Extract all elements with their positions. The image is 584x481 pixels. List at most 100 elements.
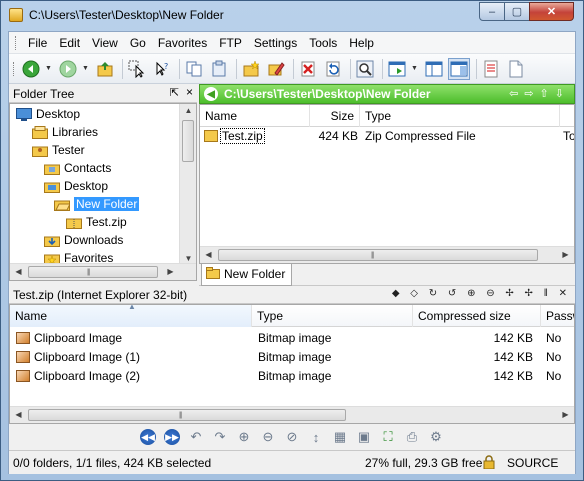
properties-button[interactable] (480, 58, 502, 80)
file-list[interactable]: Name Size Type Test.zip 424 KB Zip Compr… (199, 104, 575, 264)
path-go-icon[interactable]: ◀ (204, 87, 218, 101)
path-nav-arrows-icon[interactable]: ⇦⇨⇧⇩ (509, 87, 570, 100)
previous-icon[interactable]: ◀◀ (140, 429, 156, 445)
undo-button[interactable] (322, 58, 344, 80)
next-icon[interactable]: ▶▶ (164, 429, 180, 445)
tree-vertical-scrollbar[interactable]: ▲ ▼ (179, 104, 196, 265)
archive-hscroll-thumb[interactable]: ||| (28, 409, 346, 421)
forward-button[interactable] (57, 58, 79, 80)
archive-row[interactable]: Clipboard Image (1) Bitmap image 142 KB … (10, 348, 574, 367)
rotate-right-icon[interactable]: ↷ (210, 427, 230, 447)
delete-button[interactable] (297, 58, 319, 80)
tree-item-test-zip[interactable]: Test.zip (66, 213, 127, 231)
dual-pane-button[interactable] (448, 57, 470, 80)
tree-horizontal-scrollbar[interactable]: ◀ ||| ▶ (10, 263, 196, 280)
tree-toggle-button[interactable] (423, 58, 445, 80)
view-mode-button[interactable] (386, 58, 408, 80)
menu-favorites[interactable]: Favorites (152, 36, 213, 50)
tree-item-contacts[interactable]: Contacts (44, 159, 111, 177)
close-pane-icon[interactable]: × (186, 85, 193, 99)
back-dropdown-icon[interactable]: ▼ (45, 65, 53, 72)
select-wildcard-button[interactable]: ? (151, 58, 173, 80)
view-mode-dropdown-icon[interactable]: ▼ (411, 65, 419, 72)
zoom-out-icon[interactable]: ⊖ (258, 427, 278, 447)
close-button[interactable]: ✕ (529, 2, 574, 21)
notes-button[interactable] (505, 58, 527, 80)
rotate-left-icon[interactable]: ↶ (186, 427, 206, 447)
scroll-right-icon[interactable]: ▶ (557, 410, 574, 419)
archive-row[interactable]: Clipboard Image Bitmap image 142 KB No (10, 329, 574, 348)
menu-help[interactable]: Help (343, 36, 380, 50)
select-button[interactable] (126, 58, 148, 80)
forward-dropdown-icon[interactable]: ▼ (82, 65, 90, 72)
menu-view[interactable]: View (86, 36, 124, 50)
tree-item-downloads[interactable]: Downloads (44, 231, 123, 249)
slideshow-icon[interactable]: ▣ (354, 427, 374, 447)
toolbar-grip-icon[interactable] (13, 61, 16, 76)
zoom-in-icon[interactable]: ⊕ (234, 427, 254, 447)
file-row[interactable]: Test.zip 424 KB Zip Compressed File Too (200, 128, 574, 146)
lock-icon[interactable] (483, 455, 495, 469)
tab-new-folder[interactable]: New Folder (201, 264, 293, 286)
fullscreen-icon[interactable]: ⛶ (378, 427, 398, 447)
column-type[interactable]: Type (360, 105, 560, 127)
folder-tree-header: Folder Tree ⇱ × (9, 84, 197, 103)
scroll-right-icon[interactable]: ▶ (557, 250, 574, 259)
scroll-left-icon[interactable]: ◀ (10, 267, 27, 276)
up-folder-button[interactable] (94, 58, 116, 80)
tree-item-desktop-folder[interactable]: Desktop (44, 177, 108, 195)
maximize-button[interactable]: ▢ (504, 2, 530, 21)
tree-item-tester[interactable]: Tester (32, 141, 85, 159)
copy-button[interactable] (183, 58, 205, 80)
file-list-hscroll-thumb[interactable]: ||| (218, 249, 538, 261)
column-compressed-size[interactable]: Compressed size (413, 305, 541, 327)
file-list-horizontal-scrollbar[interactable]: ◀ ||| ▶ (200, 246, 574, 263)
back-button[interactable] (20, 58, 42, 80)
menu-tools[interactable]: Tools (303, 36, 343, 50)
menu-settings[interactable]: Settings (248, 36, 303, 50)
tree-item-new-folder[interactable]: New Folder (54, 195, 140, 213)
tree-scroll-thumb[interactable] (182, 120, 194, 162)
menu-go[interactable]: Go (124, 36, 152, 50)
rename-button[interactable] (265, 58, 287, 80)
path-bar[interactable]: ◀ C:\Users\Tester\Desktop\New Folder ⇦⇨⇧… (199, 84, 575, 104)
menu-grip-icon[interactable] (15, 35, 18, 50)
menu-edit[interactable]: Edit (53, 36, 86, 50)
find-icon (356, 60, 374, 77)
archive-row[interactable]: Clipboard Image (2) Bitmap image 142 KB … (10, 367, 574, 386)
scroll-left-icon[interactable]: ◀ (200, 250, 217, 259)
column-type[interactable]: Type (252, 305, 413, 327)
title-bar[interactable]: C:\Users\Tester\Desktop\New Folder – ▢ ✕ (1, 1, 583, 31)
forward-arrow-icon (59, 60, 77, 77)
toolbar-separator (476, 58, 477, 79)
tree-item-libraries[interactable]: Libraries (32, 123, 98, 141)
float-pane-icon[interactable]: ⇱ (170, 86, 179, 99)
scroll-right-icon[interactable]: ▶ (162, 267, 179, 276)
scroll-up-icon[interactable]: ▲ (180, 106, 196, 115)
print-icon[interactable]: ⎙ (402, 427, 422, 447)
column-name[interactable]: ▲ Name (10, 305, 252, 327)
scroll-down-icon[interactable]: ▼ (180, 254, 196, 263)
copy-icon (186, 61, 202, 76)
tree-item-desktop[interactable]: Desktop (16, 105, 80, 123)
archive-contents-list[interactable]: ▲ Name Type Compressed size Passw Clipbo… (9, 304, 575, 424)
zoom-fit-icon[interactable]: ⊘ (282, 427, 302, 447)
column-size[interactable]: Size (310, 105, 360, 127)
minimize-button[interactable]: – (479, 2, 505, 21)
find-button[interactable] (354, 58, 376, 80)
actual-size-icon[interactable]: ▦ (330, 427, 350, 447)
paste-button[interactable] (208, 58, 230, 80)
open-folder-icon (54, 200, 70, 211)
tree-hscroll-thumb[interactable]: ||| (28, 266, 158, 278)
menu-file[interactable]: File (22, 36, 53, 50)
column-name[interactable]: Name (200, 105, 310, 127)
viewer-tools-icon[interactable]: ◆ ◇ ↻ ↺ ⊕ ⊖ ✢ ✢ ‖ ✕ (392, 288, 571, 299)
settings-gear-icon[interactable]: ⚙ (426, 427, 446, 447)
folder-tree[interactable]: Desktop Libraries Tester Contacts Deskto… (9, 103, 197, 281)
column-password[interactable]: Passw (541, 305, 574, 327)
menu-ftp[interactable]: FTP (213, 36, 248, 50)
archive-horizontal-scrollbar[interactable]: ◀ ||| ▶ (10, 406, 574, 423)
scroll-left-icon[interactable]: ◀ (10, 410, 27, 419)
fit-height-icon[interactable]: ↕ (306, 427, 326, 447)
new-folder-button[interactable] (240, 58, 262, 80)
